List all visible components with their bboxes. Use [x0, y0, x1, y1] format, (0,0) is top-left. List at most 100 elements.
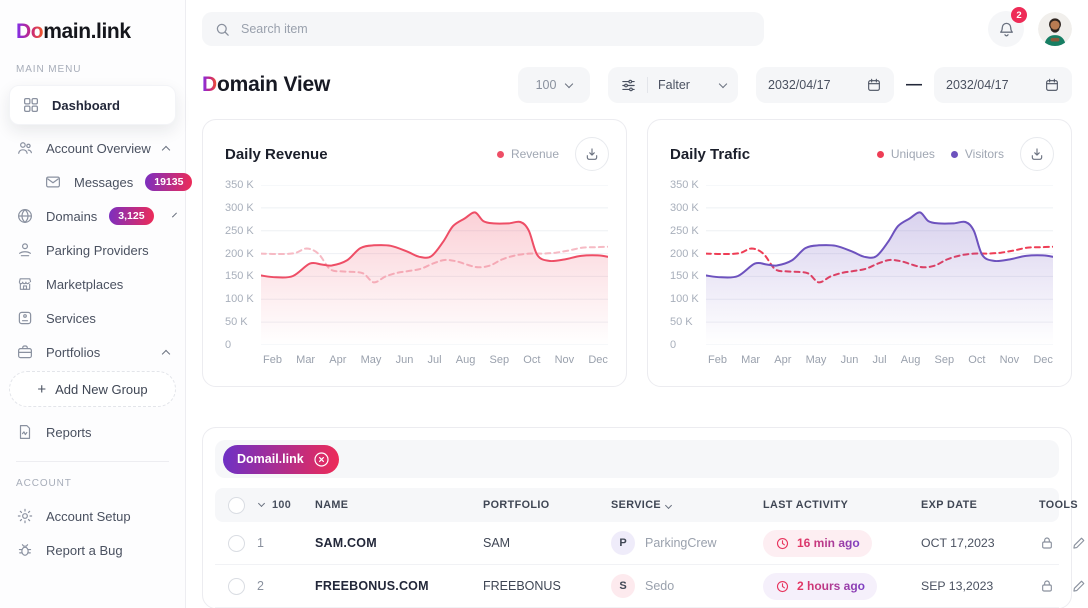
table-row: 1 SAM.COM SAM P ParkingCrew 16 min ago O…: [215, 522, 1059, 565]
sidebar-item-account-setup[interactable]: Account Setup: [0, 499, 185, 533]
service-name: ParkingCrew: [645, 536, 717, 550]
search-input[interactable]: [241, 22, 752, 36]
lock-icon[interactable]: [1039, 535, 1055, 551]
sidebar-divider: [16, 461, 169, 462]
search-box[interactable]: [202, 12, 764, 46]
page-controls: 100 Falter 2032/04/17 —: [518, 67, 1072, 103]
tools-cell: [1039, 535, 1088, 551]
plot-area: FebMarAprMayJunJulAugSepOctNovDec: [261, 185, 608, 366]
chart-title: Daily Trafic: [670, 146, 750, 163]
trafic-plot: [706, 185, 1053, 345]
y-axis-labels: 350 K300 K250 K200 K150 K100 K50 K0: [203, 185, 261, 345]
service-initial-badge: S: [611, 574, 635, 598]
x-axis-labels: FebMarAprMayJunJulAugSepOctNovDec: [261, 345, 608, 366]
chart-legend: UniquesVisitors: [877, 147, 1004, 161]
filter-label: Falter: [658, 78, 690, 92]
sidebar-item-dashboard[interactable]: Dashboard: [9, 85, 176, 125]
page-size-select[interactable]: 100: [518, 67, 590, 103]
sidebar-item-label: Reports: [46, 425, 92, 440]
plot-area: FebMarAprMayJunJulAugSepOctNovDec: [706, 185, 1053, 366]
clock-icon: [775, 536, 790, 551]
row-checkbox[interactable]: [228, 578, 245, 595]
col-portfolio: PORTFOLIO: [483, 499, 611, 511]
topbar-right: 2: [988, 11, 1072, 47]
sidebar-item-account-overview[interactable]: Account Overview: [0, 131, 185, 165]
download-button[interactable]: [575, 137, 609, 171]
lock-icon[interactable]: [1039, 578, 1055, 594]
topbar: 2: [202, 0, 1072, 57]
x-axis-labels: FebMarAprMayJunJulAugSepOctNovDec: [706, 345, 1053, 366]
date-to-picker[interactable]: 2032/04/17: [934, 67, 1072, 103]
close-icon[interactable]: [312, 450, 331, 469]
exp-date: SEP 13,2023: [921, 579, 1039, 593]
sidebar-item-domains[interactable]: Domains 3,125: [0, 199, 185, 233]
download-button[interactable]: [1020, 137, 1054, 171]
edit-icon[interactable]: [1071, 535, 1087, 551]
filter-tag-label: Domail.link: [237, 452, 304, 466]
select-all-checkbox[interactable]: [228, 497, 245, 514]
sidebar-item-services[interactable]: Services: [0, 301, 185, 335]
sidebar-item-report-a-bug[interactable]: Report a Bug: [0, 533, 185, 567]
edit-icon[interactable]: [1071, 578, 1087, 594]
clock-icon: [775, 579, 790, 594]
col-service[interactable]: SERVICE: [611, 499, 763, 511]
sidebar-item-parking-providers[interactable]: Parking Providers: [0, 233, 185, 267]
sidebar-item-portfolios[interactable]: Portfolios: [0, 335, 185, 369]
sidebar-item-label: Account Overview: [46, 141, 151, 156]
sidebar-item-reports[interactable]: Reports: [0, 415, 185, 449]
main-menu-label: MAIN MENU: [0, 62, 185, 85]
date-range-dash: —: [906, 76, 922, 94]
sidebar-item-messages[interactable]: Messages 19135: [0, 165, 185, 199]
col-exp-date: EXP DATE: [921, 499, 1039, 511]
bell-icon: [997, 20, 1016, 39]
app-root: Domain.link MAIN MENU Dashboard Account …: [0, 0, 1088, 608]
tools-cell: [1039, 578, 1088, 594]
sidebar-item-label: Messages: [74, 175, 133, 190]
report-doc-icon: [16, 423, 34, 441]
domain-name: FREEBONUS.COM: [315, 579, 483, 593]
gear-icon: [16, 507, 34, 525]
filter-dropdown[interactable]: Falter: [608, 67, 738, 103]
daily-revenue-chart-card: Daily Revenue Revenue 350 K300 K250 K200…: [202, 119, 627, 387]
row-number: 2: [257, 579, 315, 593]
notification-count-badge: 2: [1011, 7, 1027, 23]
portfolio-name: SAM: [483, 536, 611, 550]
add-new-group-button[interactable]: + Add New Group: [9, 371, 176, 407]
sidebar-item-label: Domains: [46, 209, 97, 224]
calendar-icon: [1044, 77, 1060, 93]
people-icon: [16, 139, 34, 157]
chart-body: 350 K300 K250 K200 K150 K100 K50 K0 FebM…: [203, 171, 626, 366]
logo[interactable]: Domain.link: [0, 12, 185, 62]
charts-row: Daily Revenue Revenue 350 K300 K250 K200…: [202, 119, 1072, 387]
row-count-header[interactable]: 100: [257, 499, 315, 511]
date-from-value: 2032/04/17: [768, 78, 831, 92]
table-filter-bar: Domail.link: [215, 440, 1059, 478]
daily-trafic-chart-card: Daily Trafic UniquesVisitors 350 K300 K2…: [647, 119, 1072, 387]
dashboard-icon: [22, 96, 40, 114]
sliders-icon: [620, 77, 637, 94]
chart-header: Daily Trafic UniquesVisitors: [648, 120, 1071, 171]
chart-legend: Revenue: [497, 147, 559, 161]
domain-name: SAM.COM: [315, 536, 483, 550]
row-checkbox[interactable]: [228, 535, 245, 552]
chart-title: Daily Revenue: [225, 146, 328, 163]
calendar-icon: [866, 77, 882, 93]
sidebar-item-label: Services: [46, 311, 96, 326]
portfolio-name: FREEBONUS: [483, 579, 611, 593]
service-name: Sedo: [645, 579, 674, 593]
sidebar-item-label: Report a Bug: [46, 543, 123, 558]
sidebar-item-label: Marketplaces: [46, 277, 123, 292]
exp-date: OCT 17,2023: [921, 536, 1039, 550]
last-activity-cell: 2 hours ago: [763, 573, 921, 600]
main-content: 2 Domain View 100 Falter: [186, 0, 1088, 608]
notifications-button[interactable]: 2: [988, 11, 1024, 47]
plus-icon: +: [37, 381, 46, 398]
sidebar-item-label: Parking Providers: [46, 243, 149, 258]
activity-text: 16 min ago: [797, 536, 860, 550]
sidebar-item-marketplaces[interactable]: Marketplaces: [0, 267, 185, 301]
briefcase-icon: [16, 343, 34, 361]
date-from-picker[interactable]: 2032/04/17: [756, 67, 894, 103]
filter-tag-chip[interactable]: Domail.link: [223, 445, 339, 474]
sidebar-item-label: Portfolios: [46, 345, 100, 360]
avatar[interactable]: [1038, 12, 1072, 46]
